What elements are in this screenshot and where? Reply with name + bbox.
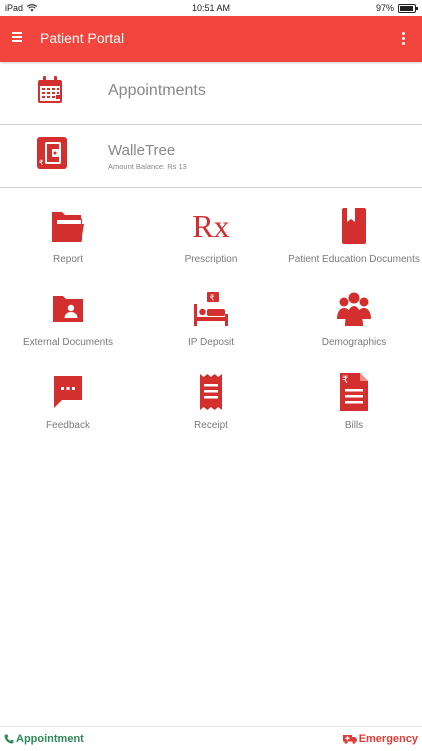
tile-label: Receipt bbox=[194, 420, 228, 431]
folder-icon bbox=[52, 212, 84, 242]
wallet-balance: Amount Balance: Rs 13 bbox=[108, 162, 187, 171]
tile-label: Feedback bbox=[46, 420, 90, 431]
battery-fill bbox=[400, 5, 413, 11]
tile-label: External Documents bbox=[22, 337, 114, 348]
tile-demographics[interactable]: Demographics bbox=[284, 287, 422, 348]
rupee-document-icon: ₹ bbox=[340, 373, 368, 411]
appointments-row[interactable]: Appointments bbox=[0, 62, 422, 125]
phone-icon bbox=[4, 734, 14, 744]
wallet-icon: ₹ bbox=[37, 137, 67, 169]
wallet-row[interactable]: ₹ WalleTree Amount Balance: Rs 13 bbox=[0, 125, 422, 188]
tile-prescription[interactable]: Rx Prescription bbox=[141, 204, 281, 266]
battery-percent: 97% bbox=[375, 3, 394, 13]
status-time: 10:51 AM bbox=[191, 3, 231, 13]
tile-patient-education[interactable]: Patient Education Documents bbox=[284, 204, 422, 265]
appointment-button[interactable]: Appointment bbox=[4, 733, 84, 745]
svg-text:₹: ₹ bbox=[210, 294, 215, 303]
book-icon bbox=[342, 208, 366, 244]
svg-text:₹: ₹ bbox=[39, 159, 44, 167]
calendar-icon bbox=[38, 76, 62, 103]
person-folder-icon bbox=[53, 296, 83, 322]
tile-label: Patient Education Documents bbox=[288, 254, 420, 265]
rx-icon: Rx bbox=[192, 207, 230, 244]
chat-icon bbox=[54, 376, 82, 408]
app-bar: Patient Portal bbox=[0, 16, 422, 62]
wallet-label: WalleTree bbox=[108, 142, 176, 159]
tile-label: IP Deposit bbox=[188, 337, 234, 348]
battery-icon bbox=[398, 3, 418, 13]
page-title: Patient Portal bbox=[40, 30, 125, 46]
tile-label: Bills bbox=[344, 420, 364, 431]
tile-receipt[interactable]: Receipt bbox=[141, 370, 281, 431]
tile-feedback[interactable]: Feedback bbox=[0, 370, 138, 431]
tile-ip-deposit[interactable]: ₹ IP Deposit bbox=[141, 287, 281, 348]
status-right: 97% bbox=[375, 3, 418, 13]
tile-label: Demographics bbox=[321, 337, 387, 348]
appointments-label: Appointments bbox=[108, 82, 206, 99]
hamburger-menu-icon[interactable] bbox=[12, 30, 24, 46]
tile-label: Prescription bbox=[184, 254, 238, 265]
hospital-bed-icon: ₹ bbox=[194, 292, 228, 326]
tile-bills[interactable]: ₹ Bills bbox=[284, 370, 422, 431]
emergency-label: Emergency bbox=[358, 733, 418, 745]
ambulance-icon bbox=[342, 735, 357, 744]
tile-label: Report bbox=[52, 254, 83, 265]
bottom-bar: Appointment Emergency bbox=[0, 726, 422, 751]
svg-text:₹: ₹ bbox=[342, 375, 348, 386]
emergency-button[interactable]: Emergency bbox=[342, 733, 418, 745]
status-bar: iPad 10:51 AM 97% bbox=[0, 0, 422, 16]
tile-external-documents[interactable]: External Documents bbox=[0, 287, 138, 348]
more-vertical-icon[interactable] bbox=[402, 31, 408, 47]
group-icon bbox=[337, 292, 371, 326]
receipt-icon bbox=[200, 374, 222, 410]
tile-report[interactable]: Report bbox=[0, 204, 138, 265]
appointment-label: Appointment bbox=[16, 733, 84, 745]
